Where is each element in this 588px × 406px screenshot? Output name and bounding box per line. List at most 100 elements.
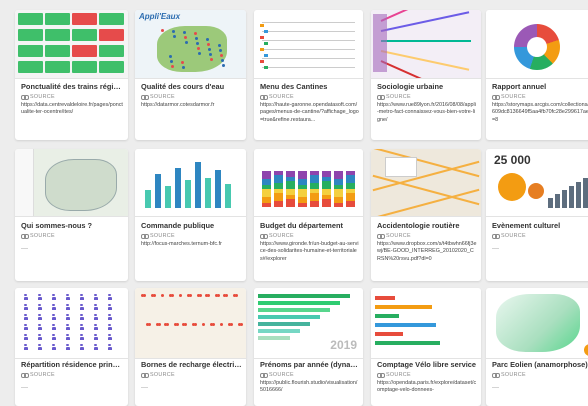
card-title[interactable]: Rapport annuel: [492, 82, 588, 91]
dataviz-card[interactable]: Commande publique SOURCE http://focus-marc…: [135, 149, 246, 281]
dataviz-card[interactable]: Rapport annuel SOURCE https://storymaps.ar…: [486, 10, 588, 140]
card-title[interactable]: Qualité des cours d'eau: [141, 82, 242, 91]
card-title[interactable]: Evènement culturel: [492, 221, 588, 230]
source-url[interactable]: https://public.flourish.studio/visualisa…: [260, 380, 359, 395]
dataviz-card[interactable]: Budget du département SOURCE https://www.g…: [254, 149, 363, 281]
stacked-segment: [334, 185, 343, 189]
person-icon: [65, 344, 70, 350]
card-thumbnail[interactable]: [135, 149, 246, 217]
dataviz-card[interactable]: Bornes de recharge électrique SOURCE —: [135, 288, 246, 406]
dataviz-card[interactable]: Appli'Eaux Qualité des cours d'eau SOURCE h…: [135, 10, 246, 140]
card-title[interactable]: Comptage Vélo libre service: [377, 360, 477, 369]
card-thumbnail[interactable]: [254, 10, 363, 79]
dataviz-card[interactable]: Répartition résidence princip... SOURCE —: [15, 288, 128, 406]
water-point: [185, 41, 188, 44]
source-label: SOURCE: [260, 233, 294, 239]
source-url[interactable]: http://focus-marches.ternum-bfc.fr: [141, 241, 242, 248]
water-point: [221, 59, 224, 62]
source-label-text: SOURCE: [150, 94, 175, 100]
card-thumbnail[interactable]: Appli'Eaux: [135, 10, 246, 79]
water-point: [182, 66, 185, 69]
person-icon: [79, 324, 84, 330]
stacked-segment: [346, 189, 355, 193]
card-title[interactable]: Ponctualité des trains région...: [21, 82, 124, 91]
histogram-bar: [576, 182, 581, 208]
charging-point: [230, 323, 233, 326]
source-label: SOURCE: [21, 94, 55, 100]
person-icon: [93, 344, 98, 350]
water-point: [218, 44, 221, 47]
source-label-text: SOURCE: [30, 94, 55, 100]
water-point: [207, 43, 210, 46]
card-thumbnail[interactable]: [15, 10, 128, 79]
dataviz-card[interactable]: Accidentologie routière SOURCE https://www…: [371, 149, 481, 281]
card-thumbnail[interactable]: [15, 149, 128, 217]
stacked-segment: [310, 175, 319, 183]
source-url[interactable]: https://data.centrevaldeloire.fr/pages/p…: [21, 102, 124, 117]
menu-row: [262, 67, 355, 68]
card-title[interactable]: Accidentologie routière: [377, 221, 477, 230]
dataviz-card[interactable]: 2019 Prénoms par année (dynamiq... SOURCE h…: [254, 288, 363, 406]
charging-point: [158, 323, 161, 326]
source-url[interactable]: https://storymaps.arcgis.com/collections…: [492, 102, 588, 124]
source-url[interactable]: https://www.rue89lyon.fr/2016/08/08/appl…: [377, 102, 477, 124]
water-point: [208, 48, 211, 51]
person-icon: [79, 304, 84, 310]
histogram-bar: [569, 186, 574, 208]
card-thumbnail[interactable]: [135, 288, 246, 359]
card-title[interactable]: Bornes de recharge électrique: [141, 360, 242, 369]
status-tile: [18, 13, 43, 25]
dataviz-card[interactable]: Parc Eolien (anamorphose) SOURCE —: [486, 288, 588, 406]
source-url[interactable]: https://opendata.paris.fr/explore/datase…: [377, 380, 477, 395]
stacked-segment: [346, 193, 355, 201]
stacked-segment: [286, 177, 295, 181]
menu-badge: [264, 54, 268, 57]
card-thumbnail[interactable]: [371, 10, 481, 79]
status-tile: [45, 61, 70, 73]
person-icon: [51, 324, 56, 330]
card-thumbnail[interactable]: [371, 149, 481, 217]
card-title[interactable]: Qui sommes-nous ?: [21, 221, 124, 230]
count-bar: [375, 314, 399, 318]
anamorphic-map: [496, 294, 580, 352]
source-url[interactable]: https://haute-garonne.opendatasoft.com/p…: [260, 102, 359, 124]
dataviz-card[interactable]: Comptage Vélo libre service SOURCE https:/…: [371, 288, 481, 406]
card-thumbnail[interactable]: [486, 288, 588, 359]
card-thumbnail[interactable]: [15, 288, 128, 359]
card-title[interactable]: Prénoms par année (dynamiq...: [260, 360, 359, 369]
water-point: [170, 60, 173, 63]
water-point: [197, 47, 200, 50]
chart-bar: [205, 178, 211, 208]
card-thumbnail[interactable]: [254, 149, 363, 217]
card-thumbnail[interactable]: [486, 10, 588, 79]
dataviz-card[interactable]: Sociologie urbaine SOURCE https://www.rue8…: [371, 10, 481, 140]
card-thumbnail[interactable]: 2019: [254, 288, 363, 359]
chart-bar: [165, 186, 171, 208]
source-label-text: SOURCE: [386, 372, 411, 378]
person-icon: [79, 314, 84, 320]
card-title[interactable]: Commande publique: [141, 221, 242, 230]
card-thumbnail[interactable]: 25 000: [486, 149, 588, 217]
source-url[interactable]: https://www.gironde.fr/un-budget-au-serv…: [260, 241, 359, 263]
dataviz-card[interactable]: Menu des Cantines SOURCE https://haute-gar…: [254, 10, 363, 140]
card-title[interactable]: Parc Eolien (anamorphose): [492, 360, 588, 369]
stacked-segment: [274, 175, 283, 183]
card-title[interactable]: Répartition résidence princip...: [21, 360, 124, 369]
link-icon: [377, 373, 385, 378]
stacked-segment: [286, 171, 295, 177]
source-url[interactable]: https://www.dropbox.com/s/t4tbwhn66fj3ew…: [377, 241, 477, 263]
person-icon: [93, 314, 98, 320]
card-title[interactable]: Menu des Cantines: [260, 82, 359, 91]
highlight-dot: [584, 344, 588, 356]
card-title[interactable]: Budget du département: [260, 221, 359, 230]
dataviz-card[interactable]: 25 000 Evènement culturel SOURCE —: [486, 149, 588, 281]
bubble: [528, 183, 544, 199]
card-thumbnail[interactable]: [371, 288, 481, 359]
status-tile: [72, 45, 97, 57]
dataviz-card[interactable]: Ponctualité des trains région... SOURCE ht…: [15, 10, 128, 140]
big-number: 25 000: [494, 153, 531, 167]
count-bar: [375, 305, 432, 309]
card-title[interactable]: Sociologie urbaine: [377, 82, 477, 91]
dataviz-card[interactable]: Qui sommes-nous ? SOURCE —: [15, 149, 128, 281]
source-url[interactable]: https://datarmor.cotesdarmor.fr: [141, 102, 242, 109]
